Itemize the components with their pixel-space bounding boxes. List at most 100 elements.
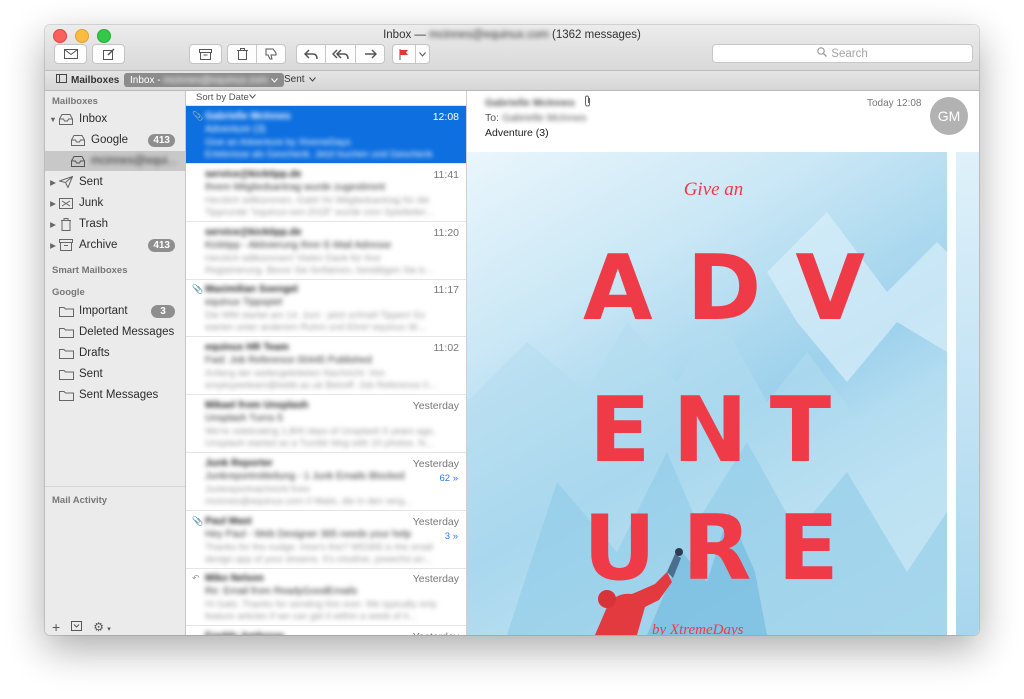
sidebar-item-junk[interactable]: ▶ Junk xyxy=(45,193,185,213)
chevron-down-icon xyxy=(419,51,426,57)
message-subject: Adventure (3) xyxy=(205,124,266,135)
thread-count[interactable]: 3 » xyxy=(445,531,458,542)
poster-gutter xyxy=(947,152,956,635)
favorite-sent-button[interactable]: Sent xyxy=(284,74,316,85)
sidebar-item-important[interactable]: Important 3 xyxy=(45,301,185,321)
message-preview-line-2: Registrierung. Bevor Sie fortfahren, bes… xyxy=(205,264,433,276)
action-menu-button[interactable]: ⚙ ▾ xyxy=(93,620,111,634)
message-row[interactable]: service@kicktipp.de 11:20 Kicktipp - Aktiv… xyxy=(186,222,466,280)
sidebar-item-account-inbox[interactable]: mcinnes@equi... xyxy=(45,151,185,171)
search-field[interactable]: Search xyxy=(712,44,973,63)
reply-button[interactable] xyxy=(297,45,326,63)
sidebar-item-label: mcinnes@equi... xyxy=(91,155,177,167)
sidebar-toggle-icon xyxy=(56,74,67,86)
attachment-icon: 📎 xyxy=(192,284,204,295)
delete-junk-group xyxy=(227,44,286,64)
message-row[interactable]: Mikael from Unsplash Yesterday Unsplash Tu… xyxy=(186,395,466,453)
message-row[interactable]: Freddy Ambrose Yesterday xyxy=(186,626,466,635)
reading-pane: Gabrielle McInnes To: Gabrielle McInnes … xyxy=(467,91,979,635)
sidebar-header-smart-mailboxes: Smart Mailboxes xyxy=(52,265,128,276)
mail-activity-label: Mail Activity xyxy=(52,495,108,506)
message-preview-line-2: mcinnes@equinux.com 0 Mails, die in den … xyxy=(205,495,413,507)
sidebar-item-google-inbox[interactable]: Google 413 xyxy=(45,130,185,150)
flag-group xyxy=(392,44,430,64)
chevron-down-icon xyxy=(270,75,278,86)
sidebar-item-label: Sent xyxy=(79,368,103,380)
message-subject: equinux Tippspiel xyxy=(205,297,283,309)
message-preview-line-2: design app of your dreams. It's intuitiv… xyxy=(205,553,432,565)
disclosure-closed-icon: ▶ xyxy=(50,198,56,208)
message-time: 11:20 xyxy=(433,226,460,239)
message-row[interactable]: ↶ Miko Nelson Yesterday Re: Email from Read… xyxy=(186,568,466,627)
get-mail-button[interactable] xyxy=(54,44,87,64)
junk-box-icon xyxy=(59,197,73,209)
sidebar-item-trash[interactable]: ▶ Trash xyxy=(45,214,185,234)
forward-button[interactable] xyxy=(356,45,384,63)
message-subject: Unsplash Turns 5 xyxy=(205,413,283,424)
message-sender: Freddy Ambrose xyxy=(205,631,284,635)
message-row[interactable]: equinux HR Team 11:02 Fwd: Job Reference 0… xyxy=(186,337,466,396)
compose-button[interactable] xyxy=(92,44,125,64)
attachment-icon[interactable] xyxy=(583,95,592,110)
flag-button[interactable] xyxy=(393,45,416,63)
sidebar-item-sent-messages[interactable]: Sent Messages xyxy=(45,385,185,405)
message-preview-line-1: Herzlich willkommen! Vielen Dank für Ihr… xyxy=(205,252,381,264)
message-date: Today 12:08 xyxy=(867,98,922,109)
message-row[interactable]: 📎 Gabrielle McInnes 12:08 Adventure (3) Give… xyxy=(186,106,466,164)
unread-count-badge: 413 xyxy=(148,133,175,147)
message-sender: Maximilian Soengel xyxy=(205,284,298,296)
disclosure-closed-icon: ▶ xyxy=(50,240,56,250)
flag-menu-button[interactable] xyxy=(416,45,429,63)
sidebar-item-label: Junk xyxy=(79,197,104,209)
sidebar-item-archive[interactable]: ▶ Archive 413 xyxy=(45,235,185,255)
folder-icon xyxy=(59,390,74,401)
message-preview-line-1: We're celebrating 1,800 days of Unsplash… xyxy=(205,426,436,437)
message-time: Yesterday xyxy=(412,457,459,470)
window-title: Inbox — mcinnes@equinux.com (1362 messag… xyxy=(45,29,979,41)
favorite-inbox-label: Inbox - xyxy=(130,74,161,86)
add-mailbox-button[interactable]: + xyxy=(52,619,60,635)
message-row[interactable]: 📎 Paul Mast Yesterday Hey Paul - Web Design… xyxy=(186,511,466,569)
sidebar-item-drafts[interactable]: Drafts xyxy=(45,343,185,363)
sidebar-item-inbox[interactable]: ▼ Inbox xyxy=(45,109,185,129)
message-preview-line-1: Hi Gabi, Thanks for sending this over. W… xyxy=(205,599,437,611)
hide-mailbox-button[interactable] xyxy=(71,620,83,634)
sort-by-date-button[interactable]: Sort by Date xyxy=(186,91,466,106)
poster-byline: by XtremeDays xyxy=(652,622,744,635)
message-sender: service@kicktipp.de xyxy=(205,226,302,238)
message-row[interactable]: 📎 Maximilian Soengel 11:17 equinux Tippspie… xyxy=(186,279,466,338)
disclosure-open-icon: ▼ xyxy=(49,114,57,124)
message-row[interactable]: service@kicktipp.de 11:41 Ihrem Mitgliedsa… xyxy=(186,164,466,222)
sidebar-item-google-sent[interactable]: Sent xyxy=(45,364,185,384)
chevron-down-icon xyxy=(249,91,256,102)
sidebar-item-deleted-messages[interactable]: Deleted Messages xyxy=(45,322,185,342)
delete-button[interactable] xyxy=(228,45,257,63)
sidebar-divider xyxy=(45,486,185,487)
sort-label: Sort by Date xyxy=(196,92,249,103)
window-title-prefix: Inbox — xyxy=(383,29,426,41)
message-subject: Fwd: Job Reference 00445 Published xyxy=(205,355,372,367)
junk-button[interactable] xyxy=(257,45,285,63)
message-subject: Ihrem Mitgliedsantrag wurde zugestimmt xyxy=(205,181,386,193)
message-subject: Junkreportmitteilung - 1 Junk Emails Blo… xyxy=(205,470,405,482)
mailboxes-toggle-button[interactable]: Mailboxes xyxy=(56,74,119,86)
archive-button[interactable] xyxy=(189,44,222,64)
sidebar-item-label: Important xyxy=(79,305,128,317)
message-time: 11:41 xyxy=(433,168,460,181)
avatar-initials: GM xyxy=(937,108,961,124)
message-time: Yesterday xyxy=(413,631,459,635)
poster-title-line-3: URE xyxy=(583,496,865,601)
message-time: 11:02 xyxy=(433,342,460,355)
message-time: Yesterday xyxy=(412,400,459,412)
message-time: Yesterday xyxy=(412,573,459,586)
reply-all-button[interactable] xyxy=(326,45,356,63)
thread-count[interactable]: 62 » xyxy=(440,473,459,484)
window-title-account: mcinnes@equinux.com xyxy=(429,29,549,41)
paper-plane-icon xyxy=(59,176,73,188)
poster-tagline: Give an xyxy=(683,179,744,200)
favorite-inbox-button[interactable]: Inbox - mcinnes@equinux.com xyxy=(124,73,284,87)
message-row[interactable]: Junk Reporter Yesterday Junkreportmitteilu… xyxy=(186,453,466,511)
sidebar-item-label: Sent xyxy=(79,176,103,188)
sidebar-item-sent[interactable]: ▶ Sent xyxy=(45,172,185,192)
folder-icon xyxy=(59,327,74,338)
